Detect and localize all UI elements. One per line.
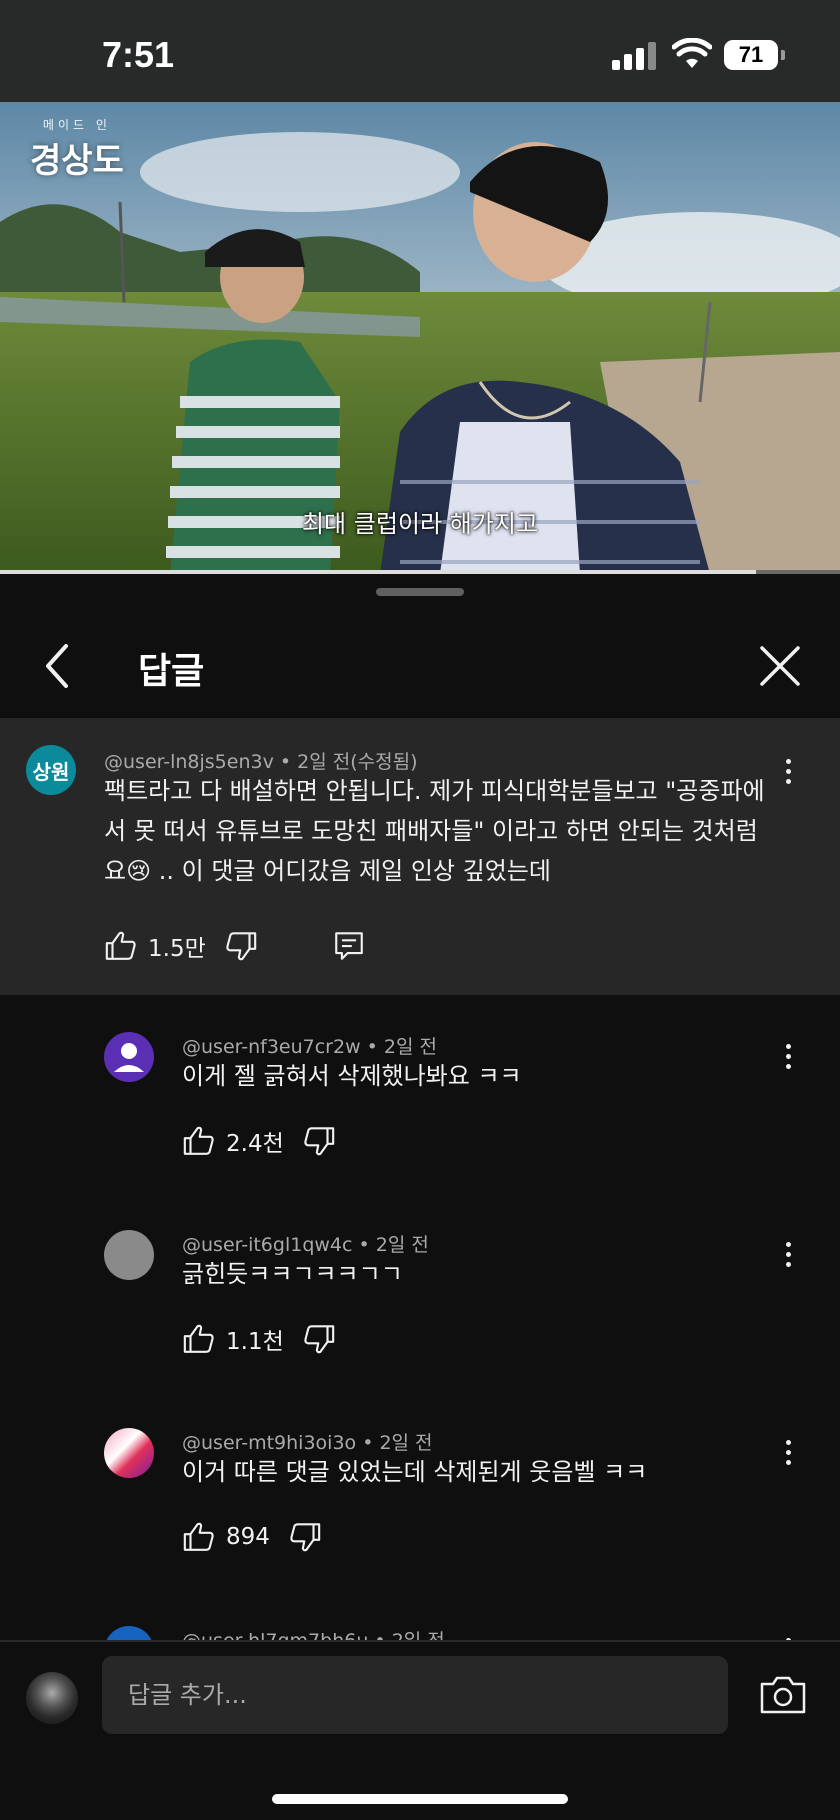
reply-meta: @user-mt9hi3oi3o • 2일 전 bbox=[182, 1428, 433, 1455]
thumbs-up-icon[interactable] bbox=[182, 1520, 216, 1554]
comment-actions: 1.5만 bbox=[104, 929, 366, 963]
current-user-avatar bbox=[26, 1672, 78, 1724]
drag-handle[interactable] bbox=[376, 588, 464, 596]
thumbs-down-icon[interactable] bbox=[288, 1520, 322, 1554]
more-vert-icon[interactable] bbox=[782, 759, 794, 787]
reply-meta: @user-nf3eu7cr2w • 2일 전 bbox=[182, 1032, 437, 1059]
channel-logo-small: 메이드 인 bbox=[42, 118, 111, 132]
status-bar: 7:51 71 bbox=[0, 0, 840, 102]
like-count: 2.4천 bbox=[226, 1131, 284, 1157]
reply-meta: @user-it6gl1qw4c • 2일 전 bbox=[182, 1230, 429, 1257]
meta-separator: • bbox=[356, 1432, 380, 1454]
reply-body: 긁힌듯ㅋㅋㄱㅋㅋㄱㄱ bbox=[182, 1260, 403, 1288]
avatar[interactable] bbox=[104, 1230, 154, 1280]
meta-separator: • bbox=[352, 1234, 376, 1256]
parent-comment: 상원 @user-ln8js5en3v • 2일 전(수정됨) 팩트라고 다 배… bbox=[0, 719, 840, 995]
comment-icon[interactable] bbox=[332, 929, 366, 963]
more-vert-icon[interactable] bbox=[782, 1242, 794, 1270]
reply-username[interactable]: @user-mt9hi3oi3o bbox=[182, 1432, 356, 1454]
meta-separator: • bbox=[360, 1036, 384, 1058]
replies-sheet: 답글 상원 @user-ln8js5en3v • 2일 전(수정됨) 팩트라고 … bbox=[0, 574, 840, 1818]
comment-line: 요😢 .. 이 댓글 어디갔음 제일 인상 깊었는데 bbox=[104, 857, 551, 885]
more-vert-icon[interactable] bbox=[782, 1440, 794, 1468]
status-time: 7:51 bbox=[102, 34, 175, 75]
battery-tip bbox=[781, 50, 785, 60]
chevron-left-icon[interactable] bbox=[38, 636, 78, 696]
thumbs-down-icon[interactable] bbox=[302, 1322, 336, 1356]
avatar[interactable] bbox=[104, 1032, 154, 1082]
reply-time: 2일 전 bbox=[379, 1432, 433, 1454]
add-reply-input[interactable] bbox=[102, 1656, 728, 1734]
like-count: 894 bbox=[226, 1524, 270, 1550]
reply-composer bbox=[0, 1640, 840, 1820]
reply-item: @user-it6gl1qw4c • 2일 전긁힌듯ㅋㅋㄱㅋㅋㄱㄱ 1.1천 bbox=[0, 1198, 840, 1396]
like-count: 1.1천 bbox=[226, 1329, 284, 1355]
thumbs-up-icon[interactable] bbox=[104, 929, 138, 963]
channel-logo-title: 경상도 bbox=[30, 141, 124, 181]
channel-watermark-logo: 메이드 인 경상도 bbox=[30, 116, 124, 182]
battery-indicator: 71 bbox=[724, 40, 778, 70]
reply-username[interactable]: @user-nf3eu7cr2w bbox=[182, 1036, 361, 1058]
cellular-signal-icon bbox=[612, 42, 656, 70]
video-subtitle: 최대 클럽이라 해가지고 bbox=[301, 510, 539, 538]
avatar[interactable] bbox=[104, 1428, 154, 1478]
comment-line: 서 못 떠서 유튜브로 도망친 패배자들" 이라고 하면 안되는 것처럼 bbox=[104, 817, 758, 845]
close-icon[interactable] bbox=[756, 642, 804, 690]
thumbs-down-icon[interactable] bbox=[224, 929, 258, 963]
video-player[interactable]: 메이드 인 경상도 최대 클럽이라 해가지고 bbox=[0, 102, 840, 574]
sheet-title: 답글 bbox=[138, 651, 205, 692]
meta-separator: • bbox=[279, 751, 298, 773]
thumbs-up-icon[interactable] bbox=[182, 1124, 216, 1158]
reply-time: 2일 전 bbox=[375, 1234, 429, 1256]
avatar-image bbox=[104, 1230, 154, 1280]
thumbs-down-icon[interactable] bbox=[302, 1124, 336, 1158]
home-indicator bbox=[272, 1794, 568, 1804]
comment-username[interactable]: @user-ln8js5en3v bbox=[104, 751, 274, 773]
reply-actions: 894 bbox=[182, 1520, 322, 1554]
thumbs-up-icon[interactable] bbox=[182, 1322, 216, 1356]
comment-line: 팩트라고 다 배설하면 안됩니다. 제가 피식대학분들보고 "공중파에 bbox=[104, 777, 765, 805]
reply-item: @user-mt9hi3oi3o • 2일 전이거 따른 댓글 있었는데 삭제된… bbox=[0, 1396, 840, 1594]
reply-username[interactable]: @user-it6gl1qw4c bbox=[182, 1234, 352, 1256]
more-vert-icon[interactable] bbox=[782, 1044, 794, 1072]
wifi-icon bbox=[672, 38, 712, 68]
reply-actions: 1.1천 bbox=[182, 1322, 336, 1356]
comment-body: 팩트라고 다 배설하면 안됩니다. 제가 피식대학분들보고 "공중파에 서 못 … bbox=[104, 771, 794, 891]
camera-icon[interactable] bbox=[760, 1676, 806, 1714]
default-avatar-icon bbox=[104, 1032, 154, 1082]
comment-time: 2일 전(수정됨) bbox=[297, 751, 418, 773]
like-count: 1.5만 bbox=[148, 936, 206, 962]
reply-time: 2일 전 bbox=[383, 1036, 437, 1058]
reply-actions: 2.4천 bbox=[182, 1124, 336, 1158]
reply-body: 이거 따른 댓글 있었는데 삭제된게 웃음벨 ㅋㅋ bbox=[182, 1458, 648, 1486]
avatar-image bbox=[104, 1428, 154, 1478]
comment-meta: @user-ln8js5en3v • 2일 전(수정됨) bbox=[104, 747, 417, 774]
avatar-initials: 상원 bbox=[26, 745, 76, 795]
reply-item: @user-nf3eu7cr2w • 2일 전이게 젤 긁혀서 삭제했나봐요 ㅋ… bbox=[0, 1000, 840, 1198]
reply-body: 이게 젤 긁혀서 삭제했나봐요 ㅋㅋ bbox=[182, 1062, 522, 1090]
avatar[interactable]: 상원 bbox=[26, 745, 76, 795]
